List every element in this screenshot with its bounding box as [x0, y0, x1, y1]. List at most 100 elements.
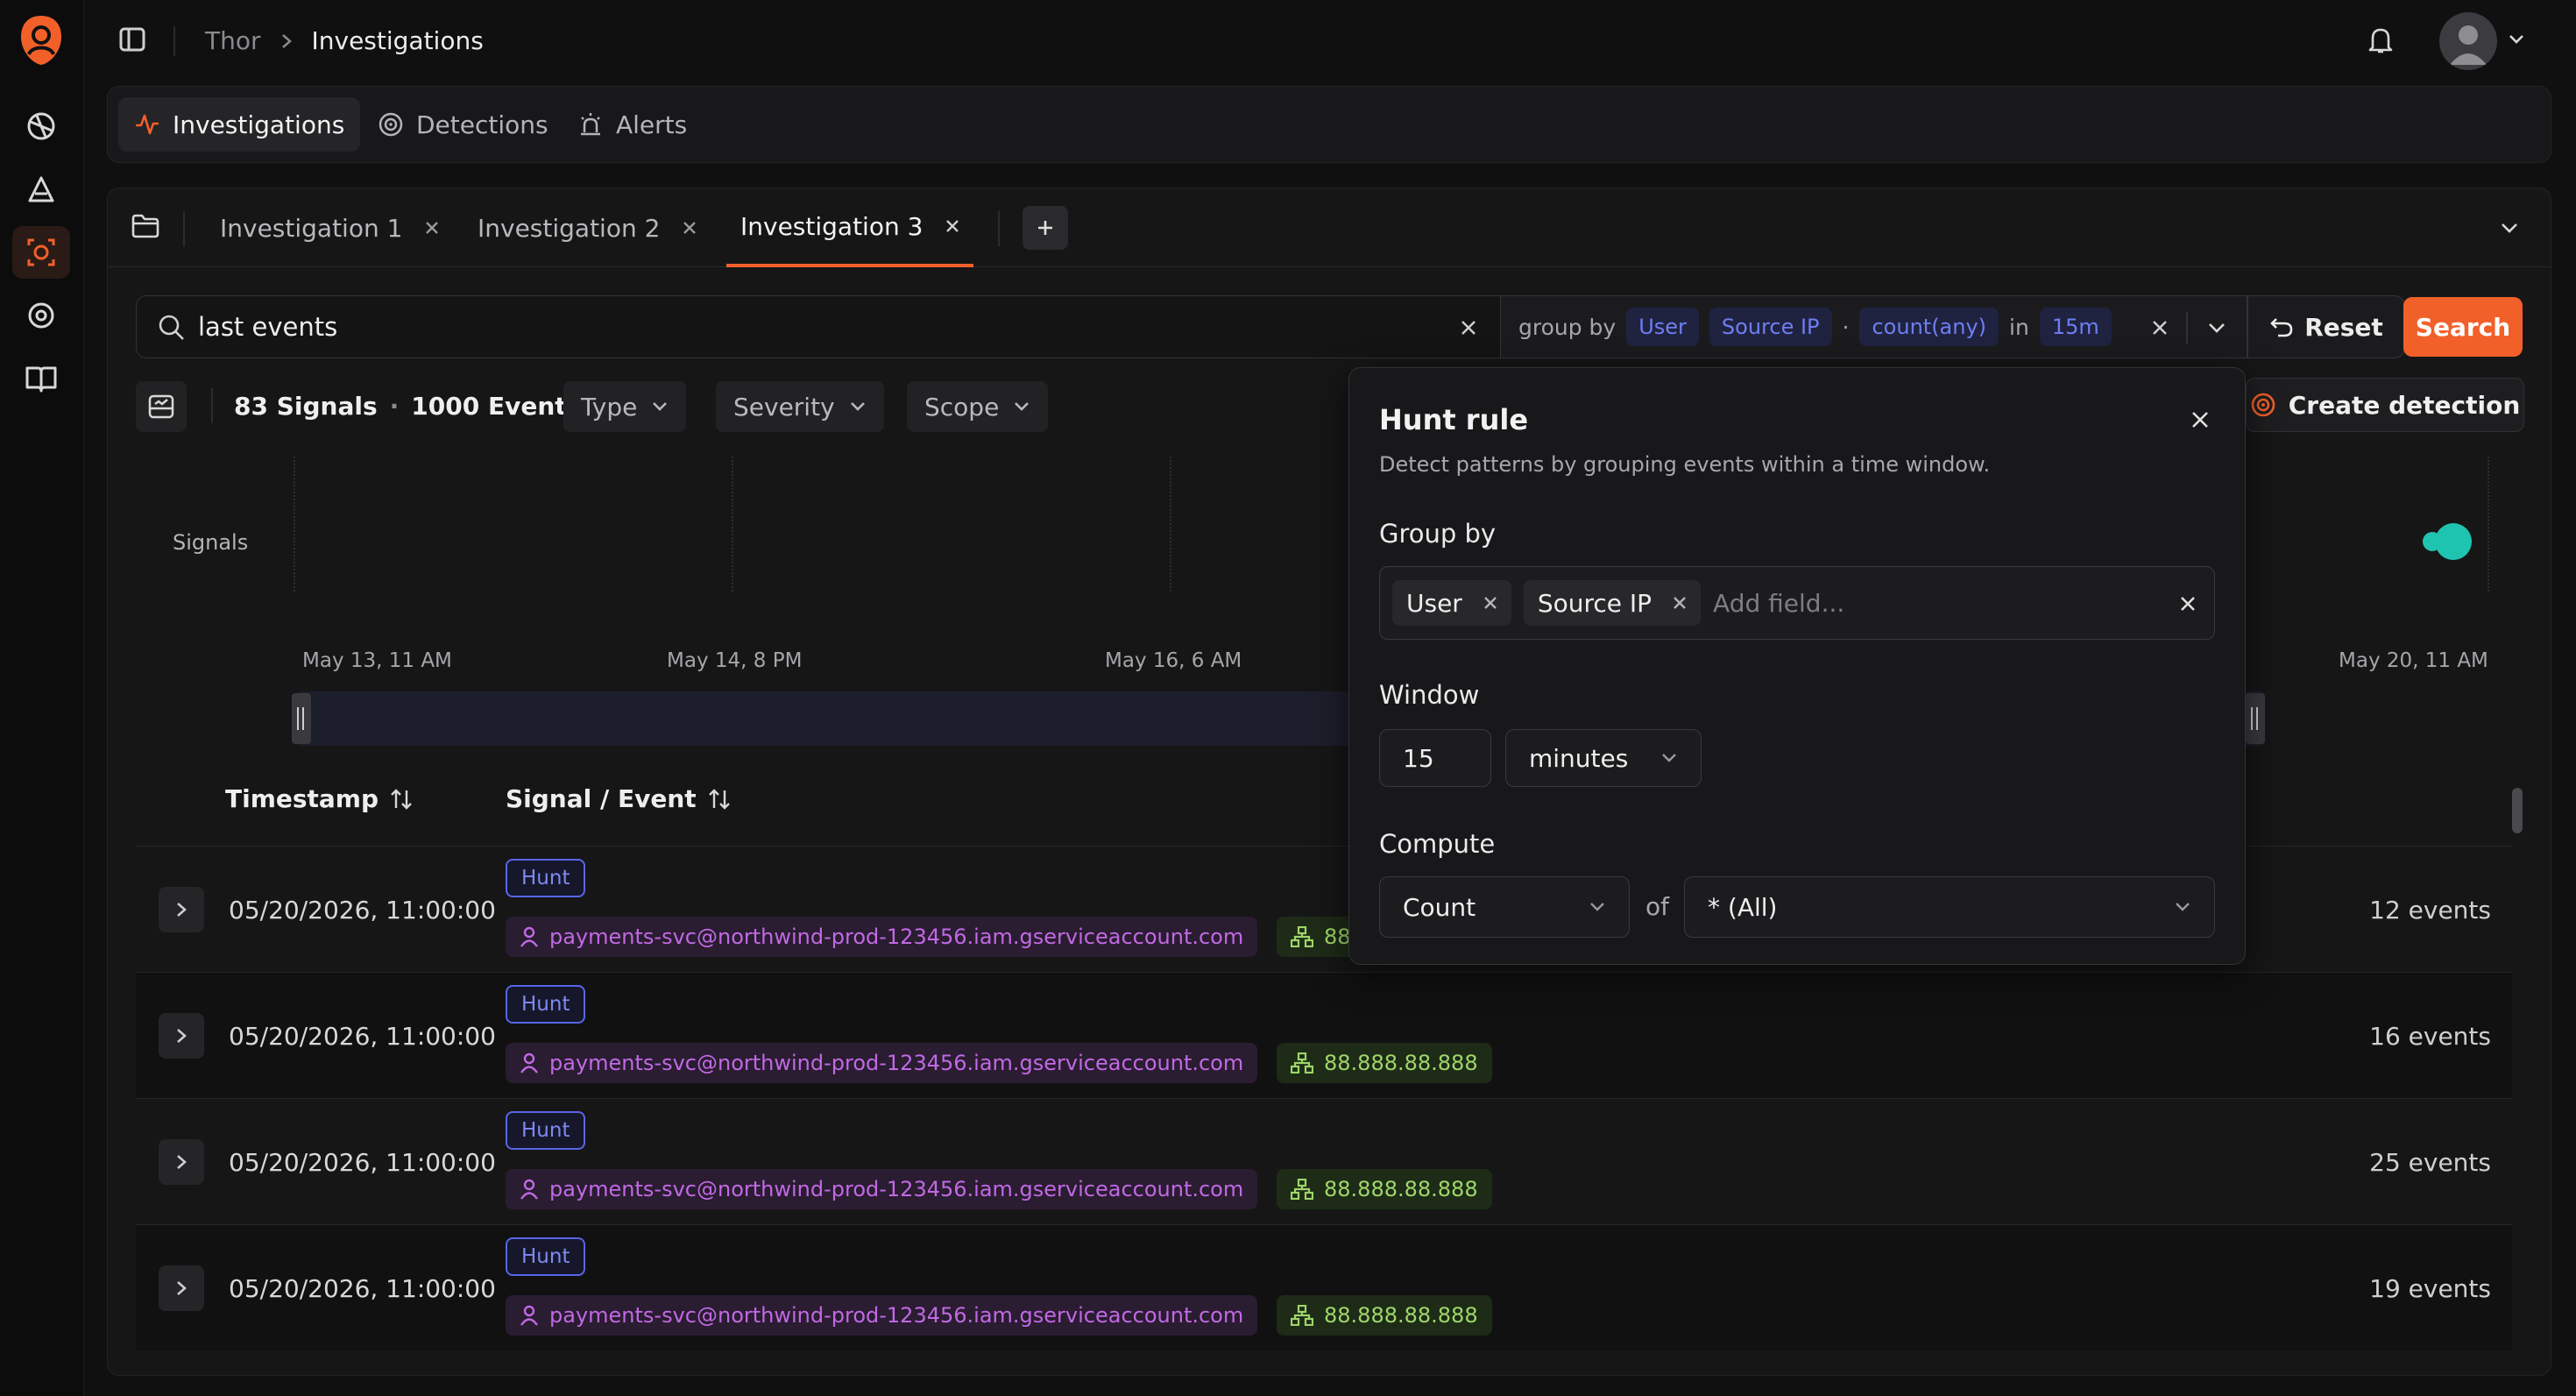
x-tick-label: May 20, 11 AM [2339, 649, 2488, 672]
breadcrumb-root[interactable]: Thor [205, 26, 261, 55]
remove-tag-icon[interactable] [1673, 596, 1687, 610]
tab-detections[interactable]: Detections [362, 97, 564, 152]
user-value: payments-svc@northwind-prod-123456.iam.g… [549, 1051, 1244, 1075]
clear-fields-icon[interactable] [2179, 595, 2197, 613]
investigation-tab-2[interactable]: Investigation 2 [464, 188, 711, 267]
table-row[interactable]: 05/20/2026, 11:00:00 Hunt payments-svc@n… [136, 1098, 2512, 1224]
folder-icon[interactable] [131, 211, 160, 241]
chevron-down-icon[interactable] [2508, 33, 2525, 46]
search-input[interactable]: last events [136, 295, 1501, 358]
group-tag-source-ip[interactable]: Source IP [1523, 580, 1702, 626]
divider [173, 26, 175, 56]
window-unit-value: minutes [1529, 743, 1629, 773]
table-row[interactable]: 05/20/2026, 11:00:00 Hunt payments-svc@n… [136, 1224, 2512, 1350]
group-tag-user[interactable]: User [1392, 580, 1511, 626]
rail-network-icon[interactable] [12, 100, 70, 152]
ip-chip[interactable]: 88.888.88.888 [1277, 1295, 1492, 1336]
rail-investigations-icon[interactable] [12, 226, 70, 279]
window-unit-select[interactable]: minutes [1505, 729, 1702, 787]
window-value-input[interactable]: 15 [1379, 729, 1491, 787]
clear-search-icon[interactable] [1460, 319, 1477, 337]
user-icon [520, 926, 539, 947]
plus-icon [1036, 218, 1055, 237]
sort-icon [707, 787, 732, 811]
investigation-tabs: Investigation 1 Investigation 2 Investig… [108, 188, 2551, 267]
scrollbar-thumb[interactable] [2512, 788, 2523, 833]
gridline [732, 457, 733, 592]
expand-row-button[interactable] [159, 887, 204, 932]
column-label: Timestamp [225, 784, 379, 813]
search-query[interactable]: last events [198, 312, 337, 342]
compute-fn-select[interactable]: Count [1379, 876, 1630, 938]
severity-filter[interactable]: Severity [716, 381, 884, 432]
hunt-badge: Hunt [506, 985, 586, 1024]
expand-row-button[interactable] [159, 1139, 204, 1185]
scrollbar[interactable] [2512, 777, 2523, 1373]
signal-dot-large[interactable] [2435, 523, 2472, 560]
user-chip[interactable]: payments-svc@northwind-prod-123456.iam.g… [506, 1169, 1258, 1209]
expand-row-button[interactable] [159, 1265, 204, 1311]
row-timestamp: 05/20/2026, 11:00:00 [229, 1274, 496, 1303]
investigation-tab-3[interactable]: Investigation 3 [726, 188, 974, 267]
clear-group-icon[interactable] [2151, 319, 2169, 337]
expand-row-button[interactable] [159, 1013, 204, 1059]
close-icon[interactable] [945, 219, 959, 233]
sidebar-toggle-icon[interactable] [119, 26, 145, 53]
user-chip[interactable]: payments-svc@northwind-prod-123456.iam.g… [506, 917, 1258, 957]
chevron-down-icon [1660, 752, 1678, 764]
ip-chip[interactable]: 88.888.88.888 [1277, 1043, 1492, 1083]
column-header-timestamp[interactable]: Timestamp [225, 784, 414, 813]
rail-alerts-icon[interactable] [12, 163, 70, 216]
rail-settings-icon[interactable] [12, 289, 70, 342]
avatar[interactable] [2439, 12, 2497, 70]
brush-handle-left[interactable] [292, 693, 311, 744]
rail-docs-icon[interactable] [12, 352, 70, 405]
close-popover-icon[interactable] [2190, 410, 2210, 429]
tab-investigations[interactable]: Investigations [118, 97, 361, 152]
chevron-down-icon [1589, 901, 1606, 913]
scope-filter[interactable]: Scope [907, 381, 1049, 432]
column-header-signal[interactable]: Signal / Event [506, 784, 732, 813]
in-label: in [2009, 314, 2029, 340]
app-logo-icon[interactable] [18, 14, 65, 67]
compute-chip[interactable]: count(any) [1859, 308, 1999, 346]
table-row[interactable]: 05/20/2026, 11:00:00 Hunt payments-svc@n… [136, 972, 2512, 1098]
group-by-summary[interactable]: group by User Source IP · count(any) in … [1501, 295, 2247, 358]
filter-label: Scope [924, 392, 1000, 422]
brush-handle-right[interactable] [2246, 693, 2265, 744]
row-timestamp: 05/20/2026, 11:00:00 [229, 1022, 496, 1051]
ip-value: 88.888.88.888 [1324, 1303, 1478, 1328]
gridline [2488, 457, 2489, 592]
event-count: 16 events [2369, 1022, 2491, 1051]
type-filter[interactable]: Type [563, 381, 687, 432]
section-nav: Investigations Detections Alerts [107, 86, 2551, 163]
toggle-chart-button[interactable] [136, 381, 187, 432]
tab-alerts[interactable]: Alerts [562, 97, 703, 152]
window-chip[interactable]: 15m [2039, 308, 2112, 346]
bell-icon[interactable] [2367, 26, 2394, 54]
tabs-menu-chevron-icon[interactable] [2500, 222, 2519, 234]
user-value: payments-svc@northwind-prod-123456.iam.g… [549, 1303, 1244, 1328]
left-rail [0, 0, 84, 1396]
tab-label: Investigation 3 [740, 211, 924, 241]
group-chip-user[interactable]: User [1626, 308, 1699, 346]
search-button[interactable]: Search [2403, 297, 2523, 357]
ip-chip[interactable]: 88.888.88.888 [1277, 1169, 1492, 1209]
close-icon[interactable] [425, 221, 439, 235]
group-chip-source-ip[interactable]: Source IP [1709, 308, 1832, 346]
remove-tag-icon[interactable] [1483, 596, 1497, 610]
add-tab-button[interactable] [1023, 206, 1068, 250]
chevron-down-icon[interactable] [2207, 322, 2226, 334]
user-icon [520, 1305, 539, 1326]
create-detection-button[interactable]: Create detection [2246, 378, 2524, 432]
investigation-tab-1[interactable]: Investigation 1 [206, 188, 453, 267]
reset-button[interactable]: Reset [2247, 295, 2405, 358]
close-icon[interactable] [683, 221, 697, 235]
group-by-field[interactable]: User Source IP Add field... [1379, 566, 2215, 640]
compute-field-select[interactable]: * (All) [1684, 876, 2215, 938]
user-chip[interactable]: payments-svc@northwind-prod-123456.iam.g… [506, 1043, 1258, 1083]
add-field-input[interactable]: Add field... [1713, 589, 1844, 618]
network-icon [1291, 1305, 1313, 1326]
create-detection-label: Create detection [2288, 390, 2521, 420]
user-chip[interactable]: payments-svc@northwind-prod-123456.iam.g… [506, 1295, 1258, 1336]
